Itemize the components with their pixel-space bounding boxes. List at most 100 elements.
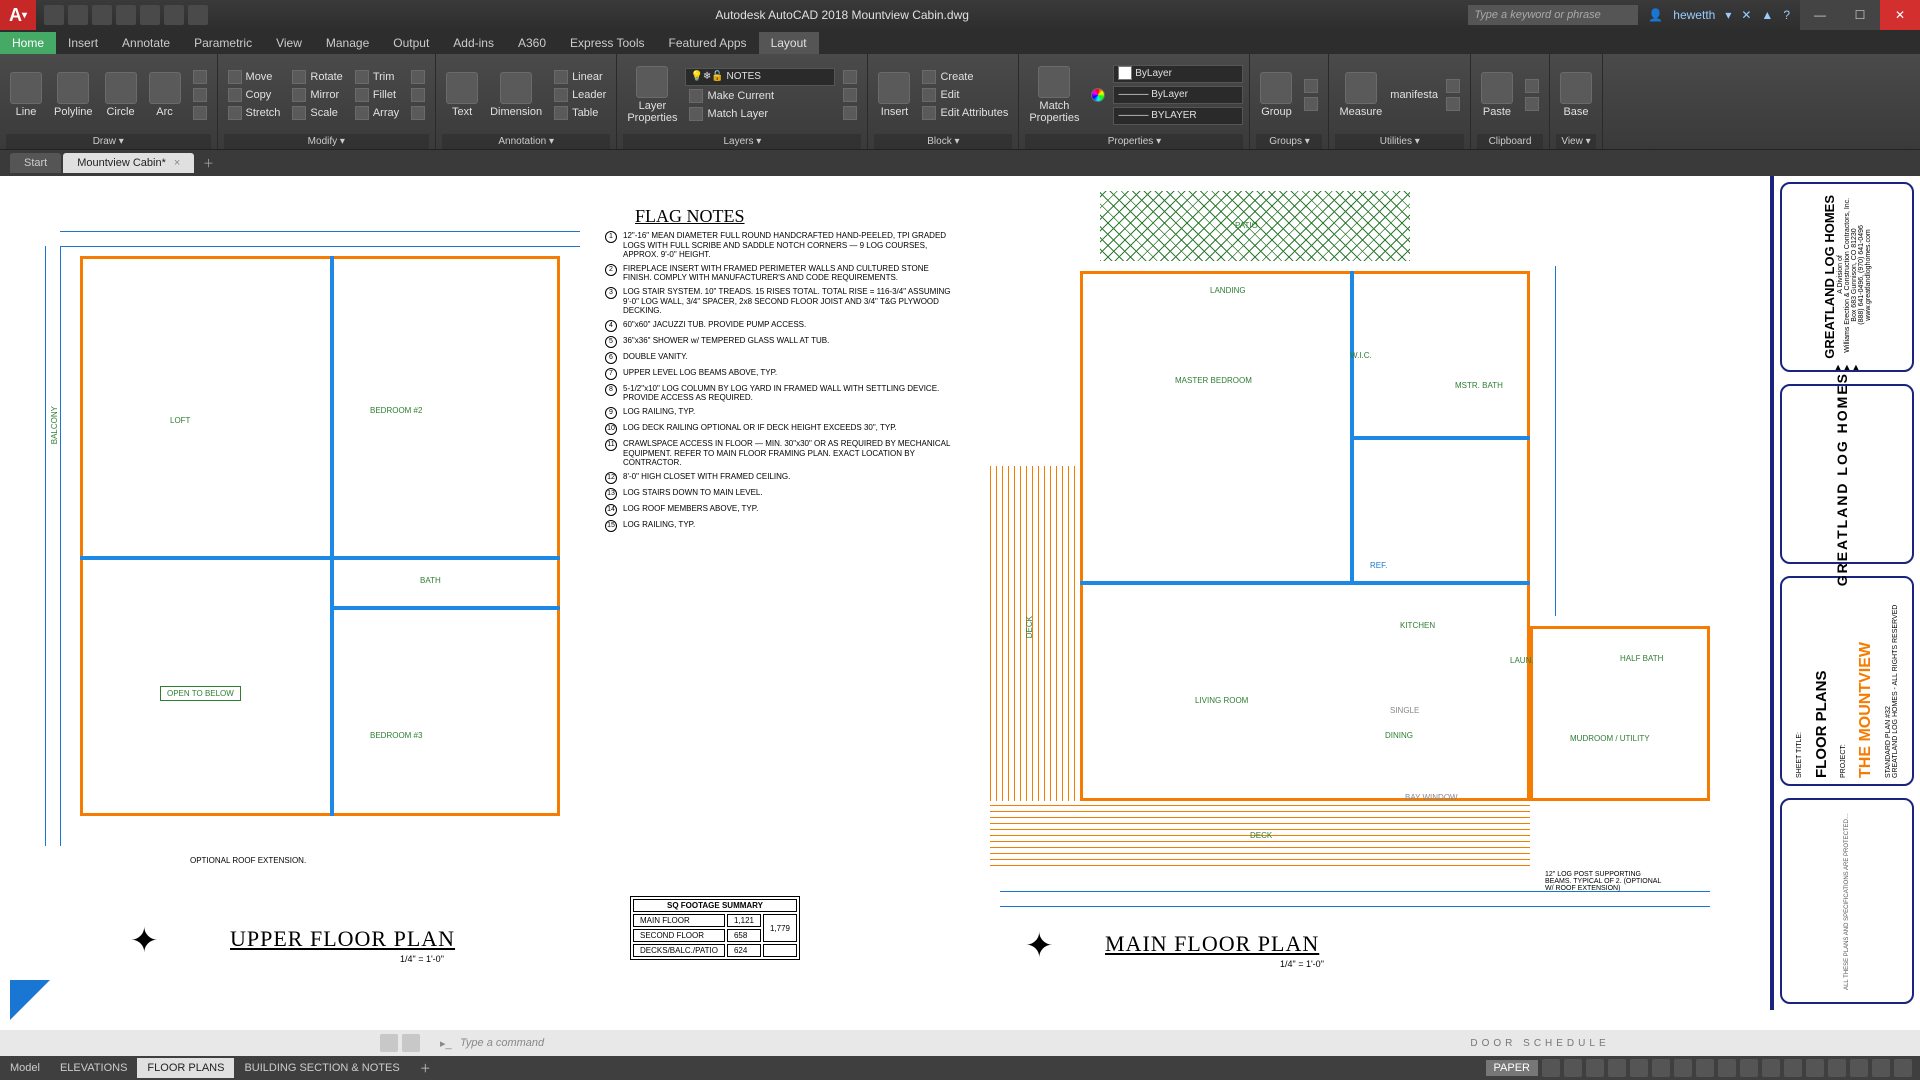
plot-icon[interactable] bbox=[140, 5, 160, 25]
rotate-button[interactable]: Rotate bbox=[288, 69, 346, 85]
copyclip-button[interactable] bbox=[1521, 96, 1543, 112]
app-logo-icon[interactable]: A▾ bbox=[0, 0, 36, 30]
create-block-button[interactable]: Create bbox=[918, 69, 1012, 85]
snap-icon[interactable] bbox=[1564, 1059, 1582, 1077]
file-tab-active[interactable]: Mountview Cabin*× bbox=[63, 153, 194, 173]
layout-tab-elevations[interactable]: ELEVATIONS bbox=[50, 1058, 137, 1078]
group-button[interactable]: Group bbox=[1256, 68, 1296, 122]
layer-iso-button[interactable] bbox=[839, 69, 861, 85]
new-icon[interactable] bbox=[44, 5, 64, 25]
arc-button[interactable]: Arc bbox=[145, 68, 185, 122]
layout-tab-floorplans[interactable]: FLOOR PLANS bbox=[137, 1058, 234, 1078]
ortho-icon[interactable] bbox=[1586, 1059, 1604, 1077]
user-name[interactable]: hewetth bbox=[1673, 8, 1715, 22]
customize-status-icon[interactable] bbox=[1894, 1059, 1912, 1077]
save-icon[interactable] bbox=[92, 5, 112, 25]
erase-button[interactable] bbox=[407, 69, 429, 85]
otrack-icon[interactable] bbox=[1652, 1059, 1670, 1077]
tab-annotate[interactable]: Annotate bbox=[110, 32, 182, 54]
panel-clipboard-title[interactable]: Clipboard bbox=[1477, 134, 1543, 149]
polar-icon[interactable] bbox=[1608, 1059, 1626, 1077]
copy-button[interactable]: Copy bbox=[224, 87, 285, 103]
panel-groups-title[interactable]: Groups ▾ bbox=[1256, 134, 1322, 149]
dimension-button[interactable]: Dimension bbox=[486, 68, 546, 122]
hatch-button[interactable] bbox=[189, 87, 211, 103]
fillet-button[interactable]: Fillet bbox=[351, 87, 403, 103]
units-icon[interactable] bbox=[1762, 1059, 1780, 1077]
redo-icon[interactable] bbox=[188, 5, 208, 25]
lweight-icon[interactable] bbox=[1674, 1059, 1692, 1077]
layout-tab-section[interactable]: BUILDING SECTION & NOTES bbox=[234, 1058, 409, 1078]
select-button[interactable] bbox=[1442, 78, 1464, 94]
match-properties-button[interactable]: Match Properties bbox=[1025, 62, 1083, 128]
move-button[interactable]: Move bbox=[224, 69, 285, 85]
mirror-button[interactable]: Mirror bbox=[288, 87, 346, 103]
a360-icon[interactable]: ▲ bbox=[1761, 8, 1773, 22]
clean-screen-icon[interactable] bbox=[1872, 1059, 1890, 1077]
isolate-icon[interactable] bbox=[1828, 1059, 1846, 1077]
current-layer-dropdown[interactable]: 💡❄🔓 NOTES bbox=[685, 68, 835, 86]
user-dropdown-icon[interactable]: ▾ bbox=[1725, 8, 1731, 22]
drawing-canvas[interactable]: LOFT BEDROOM #2 BATH BEDROOM #3 OPEN TO … bbox=[0, 176, 1920, 1030]
ellipse-button[interactable] bbox=[189, 105, 211, 121]
linear-button[interactable]: Linear bbox=[550, 69, 610, 85]
edit-block-button[interactable]: Edit bbox=[918, 87, 1012, 103]
explode-button[interactable] bbox=[407, 87, 429, 103]
ungroup-button[interactable] bbox=[1300, 78, 1322, 94]
scale-button[interactable]: Scale bbox=[288, 105, 346, 121]
maximize-button[interactable]: ☐ bbox=[1840, 0, 1880, 30]
calc-button[interactable] bbox=[1442, 96, 1464, 112]
paper-model-toggle[interactable]: PAPER bbox=[1486, 1060, 1538, 1076]
panel-layers-title[interactable]: Layers ▾ bbox=[623, 134, 861, 149]
insert-block-button[interactable]: Insert bbox=[874, 68, 914, 122]
match-layer-button[interactable]: Match Layer bbox=[685, 106, 835, 122]
lock-ui-icon[interactable] bbox=[1806, 1059, 1824, 1077]
measure-button[interactable]: Measure bbox=[1335, 68, 1386, 122]
circle-button[interactable]: Circle bbox=[101, 68, 141, 122]
tab-layout[interactable]: Layout bbox=[759, 32, 819, 54]
annomonitor-icon[interactable] bbox=[1740, 1059, 1758, 1077]
trim-button[interactable]: Trim bbox=[351, 69, 403, 85]
color-dropdown[interactable]: ByLayer bbox=[1113, 65, 1243, 83]
undo-icon[interactable] bbox=[164, 5, 184, 25]
tab-a360[interactable]: A360 bbox=[506, 32, 558, 54]
tab-insert[interactable]: Insert bbox=[56, 32, 110, 54]
open-icon[interactable] bbox=[68, 5, 88, 25]
layer-freeze-button[interactable] bbox=[839, 105, 861, 121]
file-tab-start[interactable]: Start bbox=[10, 153, 61, 173]
base-view-button[interactable]: Base bbox=[1556, 68, 1596, 122]
tab-manage[interactable]: Manage bbox=[314, 32, 381, 54]
add-layout-button[interactable]: ＋ bbox=[410, 1056, 441, 1080]
transparency-icon[interactable] bbox=[1696, 1059, 1714, 1077]
table-button[interactable]: Table bbox=[550, 105, 610, 121]
close-button[interactable]: ✕ bbox=[1880, 0, 1920, 30]
tab-output[interactable]: Output bbox=[381, 32, 441, 54]
cut-button[interactable] bbox=[1521, 78, 1543, 94]
rectangle-button[interactable] bbox=[189, 69, 211, 85]
cmd-history-icon[interactable] bbox=[380, 1034, 398, 1052]
leader-button[interactable]: Leader bbox=[550, 87, 610, 103]
make-current-button[interactable]: Make Current bbox=[685, 88, 835, 104]
minimize-button[interactable]: — bbox=[1800, 0, 1840, 30]
line-button[interactable]: Line bbox=[6, 68, 46, 122]
tab-home[interactable]: Home bbox=[0, 32, 56, 54]
tab-addins[interactable]: Add-ins bbox=[441, 32, 506, 54]
panel-view-title[interactable]: View ▾ bbox=[1556, 134, 1596, 149]
offset-button[interactable] bbox=[407, 105, 429, 121]
layer-off-button[interactable] bbox=[839, 87, 861, 103]
paste-button[interactable]: Paste bbox=[1477, 68, 1517, 122]
edit-attributes-button[interactable]: Edit Attributes bbox=[918, 105, 1012, 121]
panel-block-title[interactable]: Block ▾ bbox=[874, 134, 1012, 149]
exchange-icon[interactable]: ✕ bbox=[1741, 8, 1751, 22]
lineweight-dropdown[interactable]: ——— BYLAYER bbox=[1113, 107, 1243, 125]
text-button[interactable]: Text bbox=[442, 68, 482, 122]
panel-utilities-title[interactable]: Utilities ▾ bbox=[1335, 134, 1464, 149]
user-badge-icon[interactable]: 👤 bbox=[1648, 8, 1663, 22]
help-icon[interactable]: ? bbox=[1783, 8, 1790, 22]
bylayer-color-button[interactable] bbox=[1087, 87, 1109, 103]
tab-view[interactable]: View bbox=[264, 32, 314, 54]
array-button[interactable]: Array bbox=[351, 105, 403, 121]
quickprops-icon[interactable] bbox=[1784, 1059, 1802, 1077]
cycling-icon[interactable] bbox=[1718, 1059, 1736, 1077]
tab-featured[interactable]: Featured Apps bbox=[657, 32, 759, 54]
